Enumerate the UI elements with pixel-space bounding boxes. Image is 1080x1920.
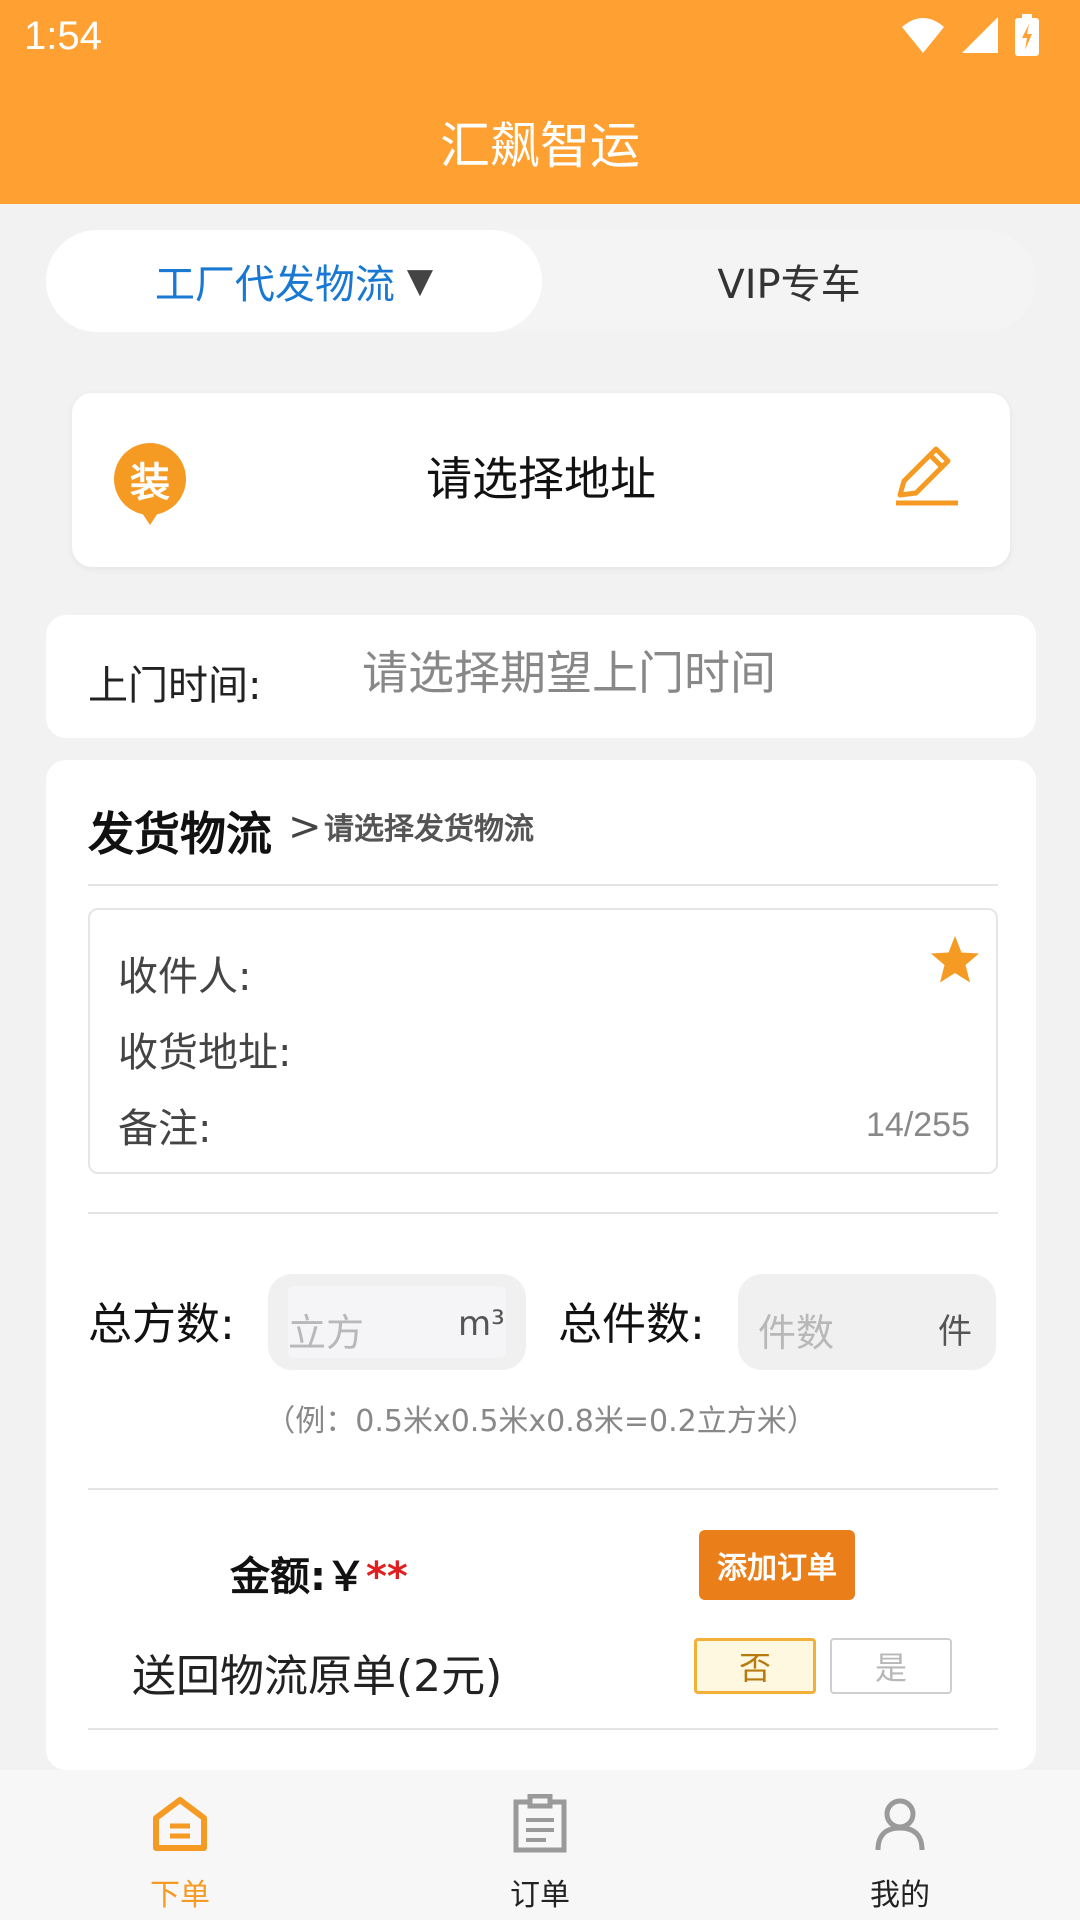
logistics-title: 发货物流 — [88, 807, 272, 861]
signal-icon — [962, 17, 998, 53]
bottom-nav: 下单 订单 我的 — [0, 1770, 1080, 1920]
volume-input[interactable]: 立方 m³ — [268, 1274, 526, 1370]
pieces-unit: 件 — [938, 1312, 972, 1352]
nav-item-order[interactable]: 下单 — [0, 1770, 360, 1920]
nav-item-orders[interactable]: 订单 — [360, 1770, 720, 1920]
clipboard-icon — [513, 1794, 567, 1853]
divider — [88, 1212, 998, 1214]
pickup-time-picker[interactable]: 请选择期望上门时间 — [362, 637, 776, 703]
return-receipt-no-option[interactable]: 否 — [694, 1638, 816, 1694]
delivery-address-label: 收货地址: — [118, 1030, 292, 1076]
chevron-right-icon[interactable]: > — [288, 804, 322, 850]
recipient-box[interactable]: 收件人: 收货地址: 备注: 14/255 — [88, 908, 998, 1174]
nav-label-orders: 订单 — [510, 1878, 570, 1913]
mode-tabs: 工厂代发物流 ▼ VIP专车 — [46, 230, 1036, 332]
tab-factory-logistics-label: 工厂代发物流 — [154, 262, 395, 308]
remark-label: 备注: — [118, 1106, 212, 1152]
recipient-label: 收件人: — [118, 954, 252, 1000]
volume-example: （例：0.5米x0.5米x0.8米=0.2立方米） — [265, 1404, 817, 1439]
pickup-time-label: 上门时间: — [88, 663, 262, 709]
tab-vip-car-label: VIP专车 — [717, 262, 861, 308]
address-placeholder: 请选择地址 — [426, 452, 656, 506]
volume-unit: m³ — [458, 1304, 505, 1344]
order-card: 发货物流 > 请选择发货物流 收件人: 收货地址: 备注: 14/255 总方数… — [46, 760, 1036, 1770]
logistics-select-hint[interactable]: 请选择发货物流 — [324, 804, 534, 848]
pickup-time-card[interactable]: 上门时间: 请选择期望上门时间 — [46, 615, 1036, 738]
edit-pencil-icon[interactable] — [894, 445, 962, 507]
tab-vip-car[interactable]: VIP专车 — [542, 230, 1036, 332]
app-bar: 汇飙智运 — [0, 80, 1080, 204]
amount-label: 金额:￥ — [230, 1554, 366, 1600]
divider — [88, 1728, 998, 1730]
battery-icon — [1015, 14, 1039, 56]
nav-label-order: 下单 — [150, 1878, 210, 1913]
volume-placeholder: 立方 — [288, 1311, 365, 1355]
pieces-label: 总件数: — [558, 1299, 705, 1350]
pieces-input[interactable]: 件数 件 — [738, 1274, 996, 1370]
add-order-button[interactable]: 添加订单 — [699, 1530, 855, 1600]
amount: 金额:￥** — [230, 1544, 408, 1602]
person-icon — [875, 1798, 925, 1851]
home-icon — [153, 1797, 207, 1851]
star-icon[interactable] — [928, 934, 982, 986]
return-receipt-label: 送回物流原单(2元) — [132, 1651, 503, 1702]
app-title: 汇飙智运 — [440, 117, 640, 175]
wifi-icon — [902, 18, 944, 53]
status-icons — [900, 14, 1040, 56]
remark-counter: 14/255 — [866, 1106, 970, 1144]
address-card[interactable]: 装 请选择地址 — [72, 393, 1010, 567]
nav-item-mine[interactable]: 我的 — [720, 1770, 1080, 1920]
return-receipt-yes-option[interactable]: 是 — [830, 1638, 952, 1694]
divider — [88, 1488, 998, 1490]
volume-label: 总方数: — [88, 1299, 235, 1350]
nav-label-mine: 我的 — [870, 1878, 930, 1913]
divider — [88, 884, 998, 886]
tab-factory-logistics[interactable]: 工厂代发物流 ▼ — [46, 230, 542, 332]
dropdown-arrow-icon: ▼ — [406, 261, 434, 301]
status-time: 1:54 — [24, 14, 102, 58]
amount-value: ** — [366, 1554, 408, 1600]
pieces-placeholder: 件数 — [758, 1311, 835, 1355]
status-bar: 1:54 — [0, 0, 1080, 80]
